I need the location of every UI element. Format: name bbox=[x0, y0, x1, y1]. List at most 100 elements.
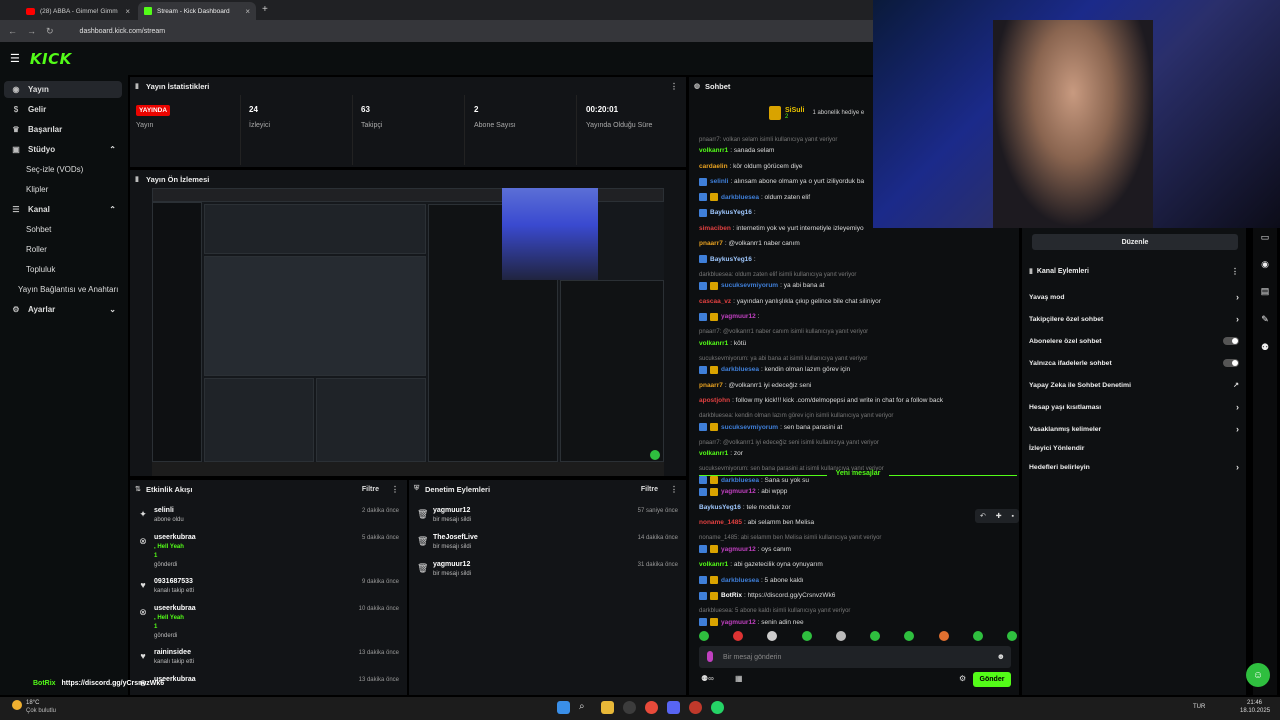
app-icon[interactable] bbox=[623, 701, 636, 714]
chat-message[interactable]: darkbluesea: 5 abone kaldı bbox=[699, 575, 1017, 586]
chat-bubble-icon[interactable]: ▭ bbox=[1259, 232, 1271, 244]
reply-icon[interactable]: ↶ bbox=[980, 512, 986, 520]
stream-preview-video[interactable] bbox=[152, 188, 664, 476]
chat-message[interactable]: yagmuur12: abi wppp bbox=[699, 486, 1017, 497]
close-icon[interactable]: × bbox=[245, 7, 250, 16]
kick-float-icon[interactable]: ☺ bbox=[1246, 663, 1270, 687]
sidebar-item-ayarlar[interactable]: ⚙ Ayarlar ⌄ bbox=[4, 301, 122, 318]
new-tab-button[interactable]: + bbox=[262, 4, 268, 15]
forward-icon[interactable]: → bbox=[27, 26, 36, 36]
toggle-switch[interactable] bbox=[1223, 359, 1239, 367]
clock-time[interactable]: 21:46 bbox=[1247, 700, 1262, 706]
more-icon[interactable]: ⋮ bbox=[391, 485, 399, 494]
windows-start-icon[interactable] bbox=[557, 701, 570, 714]
emote-icon[interactable] bbox=[767, 631, 778, 641]
sidebar-item-vods[interactable]: Seç-izle (VODs) bbox=[4, 161, 122, 178]
filter-button[interactable]: Filtre bbox=[641, 486, 658, 493]
wrench-icon[interactable]: ✎ bbox=[1259, 314, 1271, 326]
chat-message[interactable]: yagmuur12: bbox=[699, 311, 1017, 322]
chat-username[interactable]: BaykusYeg16 bbox=[699, 504, 741, 511]
sidebar-item-gelir[interactable]: $ Gelir bbox=[4, 101, 122, 118]
chat-username[interactable]: volkanrr1 bbox=[699, 561, 728, 568]
emote-icon[interactable] bbox=[733, 631, 744, 641]
clock-date[interactable]: 18.10.2025 bbox=[1240, 708, 1270, 714]
chat-message[interactable]: apostjohn: follow my kick!!! kick .com/d… bbox=[699, 395, 1017, 406]
chat-message[interactable]: noname_1485: abi selamm ben Melisa bbox=[699, 517, 1017, 528]
kick-logo[interactable]: KICK bbox=[30, 50, 72, 68]
chat-username[interactable]: BaykusYeg16 bbox=[710, 256, 752, 263]
emote-icon[interactable] bbox=[1006, 631, 1017, 641]
emote-icon[interactable] bbox=[972, 631, 983, 641]
chat-input[interactable]: Bir mesaj gönderin ☻ bbox=[699, 646, 1011, 668]
emote-icon[interactable] bbox=[870, 631, 881, 641]
chat-message[interactable]: volkanrr1: kötü bbox=[699, 338, 1017, 349]
url-field[interactable]: dashboard.kick.com/stream bbox=[80, 28, 166, 35]
chat-message[interactable]: volkanrr1: zor bbox=[699, 448, 1017, 459]
chat-username[interactable]: selinli bbox=[710, 178, 728, 185]
chat-username[interactable]: cascaa_vz bbox=[699, 298, 731, 305]
close-icon[interactable]: × bbox=[125, 7, 130, 16]
chat-username[interactable]: yagmuur12 bbox=[721, 546, 756, 553]
chat-username[interactable]: sucuksevmiyorum bbox=[721, 424, 778, 431]
gear-icon[interactable]: ⚙ bbox=[959, 674, 966, 683]
sidebar-item-stream-key[interactable]: Yayın Bağlantısı ve Anahtarı bbox=[0, 281, 128, 298]
chrome-icon[interactable] bbox=[645, 701, 658, 714]
toggle-switch[interactable] bbox=[1223, 337, 1239, 345]
emote-icon[interactable] bbox=[699, 631, 709, 641]
chat-username[interactable]: simaciben bbox=[699, 225, 731, 232]
reload-icon[interactable]: ↻ bbox=[46, 26, 54, 37]
action-banned-words[interactable]: Yasaklanmış kelimeler › bbox=[1029, 422, 1239, 436]
chat-reply-context[interactable]: sucuksevmiyorum: ya abi bana at isimli k… bbox=[699, 353, 1017, 364]
more-icon[interactable]: ⋮ bbox=[670, 82, 678, 91]
layout-icon[interactable]: ▤ bbox=[1259, 286, 1271, 298]
send-button[interactable]: Gönder bbox=[973, 672, 1011, 687]
obs-icon[interactable] bbox=[689, 701, 702, 714]
sidebar-item-sohbet[interactable]: Sohbet bbox=[4, 221, 122, 238]
chat-reply-context[interactable]: pnaarr7: @volkanrr1 naber canım isimli k… bbox=[699, 327, 1017, 338]
action-followers-only[interactable]: Takipçilere özel sohbet › bbox=[1029, 312, 1239, 326]
emote-icon[interactable] bbox=[938, 631, 949, 641]
chat-message[interactable]: pnaarr7: @volkanrr1 naber canım bbox=[699, 238, 1017, 249]
chat-username[interactable]: darkbluesea bbox=[721, 577, 759, 584]
users-icon[interactable]: ⚉ bbox=[1259, 342, 1271, 354]
feed-user[interactable]: selinli bbox=[154, 507, 174, 514]
chat-message[interactable]: volkanrr1: abi gazetecilik oyna oynuyarı… bbox=[699, 559, 1017, 570]
calendar-icon[interactable]: ▦ bbox=[735, 674, 743, 683]
chat-username[interactable]: pnaarr7 bbox=[699, 240, 723, 247]
chat-message[interactable]: sucuksevmiyorum: sen bana parasini at bbox=[699, 422, 1017, 433]
more-icon[interactable]: ⋮ bbox=[1231, 267, 1239, 276]
chat-message[interactable]: cascaa_vz: yayından yanlışlıkla çıkıp ge… bbox=[699, 296, 1017, 307]
mod-user[interactable]: TheJosefLive bbox=[433, 534, 478, 541]
sidebar-item-klipler[interactable]: Klipler bbox=[4, 181, 122, 198]
tab-kick-dashboard[interactable]: Stream - Kick Dashboard × bbox=[138, 2, 256, 20]
feed-user[interactable]: 0931687533 bbox=[154, 578, 193, 585]
action-account-age[interactable]: Hesap yaşı kısıtlaması › bbox=[1029, 400, 1239, 414]
chat-username[interactable]: yagmuur12 bbox=[721, 488, 756, 495]
trash-icon[interactable]: ▪ bbox=[1012, 513, 1014, 520]
mod-user[interactable]: yagmuur12 bbox=[433, 507, 470, 514]
edit-button[interactable]: Düzenle bbox=[1032, 234, 1238, 250]
sidebar-item-yayin[interactable]: ◉ Yayın bbox=[4, 81, 122, 98]
language-indicator[interactable]: TUR bbox=[1193, 704, 1205, 710]
emote-icon[interactable] bbox=[835, 631, 846, 641]
chat-message[interactable]: darkbluesea: kendin olman lazım görev iç… bbox=[699, 364, 1017, 375]
action-host-viewers[interactable]: İzleyici Yönlendir bbox=[1029, 441, 1239, 455]
back-icon[interactable]: ← bbox=[8, 26, 17, 36]
chat-username[interactable]: volkanrr1 bbox=[699, 147, 728, 154]
users-icon[interactable]: ⚉∞ bbox=[701, 674, 714, 683]
sidebar-item-kanal[interactable]: ☰ Kanal ⌃ bbox=[4, 201, 122, 218]
chat-username[interactable]: volkanrr1 bbox=[699, 450, 728, 457]
action-ai-moderation[interactable]: Yapay Zeka ile Sohbet Denetimi ↗ bbox=[1029, 378, 1239, 392]
file-explorer-icon[interactable] bbox=[601, 701, 614, 714]
chat-message[interactable]: pnaarr7: @volkanrr1 iyi edeceğiz seni bbox=[699, 380, 1017, 391]
sidebar-item-basarilar[interactable]: ♛ Başarılar bbox=[4, 121, 122, 138]
feed-user[interactable]: raininsidee bbox=[154, 649, 191, 656]
sidebar-item-roller[interactable]: Roller bbox=[4, 241, 122, 258]
action-subscribers-only[interactable]: Abonelere özel sohbet bbox=[1029, 334, 1239, 348]
chat-username[interactable]: BotRix bbox=[721, 592, 742, 599]
chat-username[interactable]: noname_1485 bbox=[699, 519, 742, 526]
whatsapp-icon[interactable] bbox=[711, 701, 724, 714]
chat-username[interactable]: yagmuur12 bbox=[721, 313, 756, 320]
chat-reply-context[interactable]: darkbluesea: kendin olman lazım görev iç… bbox=[699, 411, 1017, 422]
chat-message[interactable]: BaykusYeg16: tele modluk zor bbox=[699, 502, 1017, 513]
